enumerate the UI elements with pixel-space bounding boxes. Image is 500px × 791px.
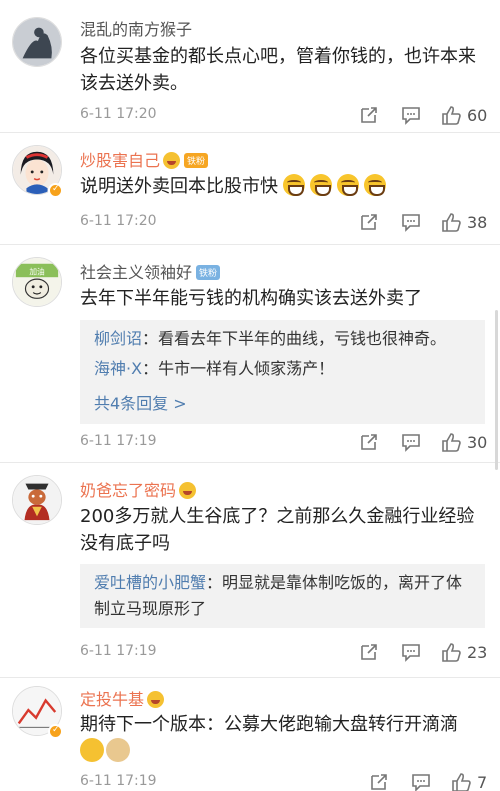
comment-meta: 6-11 17:20 38 xyxy=(80,211,490,233)
username[interactable]: 炒股害自己 铁粉 xyxy=(80,147,209,171)
username-text: 奶爸忘了密码 xyxy=(80,481,177,500)
thinking-emoji-icon xyxy=(80,738,104,762)
like-count: 7 xyxy=(477,773,488,791)
reply-icon[interactable] xyxy=(400,211,422,233)
doge-emoji-icon xyxy=(106,738,130,762)
timestamp: 6-11 17:20 xyxy=(80,213,157,229)
like-count: 30 xyxy=(467,433,488,452)
share-icon[interactable] xyxy=(368,771,390,791)
reply-item: 海神·X：牛市一样有人倾家荡产！ xyxy=(94,356,474,382)
timestamp: 6-11 17:20 xyxy=(80,106,157,122)
reply-icon[interactable] xyxy=(400,431,422,453)
timestamp: 6-11 17:19 xyxy=(80,773,157,789)
comment-meta: 6-11 17:19 23 xyxy=(80,641,490,663)
comment-meta: 6-11 17:20 60 xyxy=(80,104,490,126)
avatar[interactable]: 加油 xyxy=(12,257,62,307)
comment-text: 各位买基金的都长点心吧，管着你钱的，也许本来该去送外卖。 xyxy=(80,46,476,94)
username[interactable]: 奶爸忘了密码 xyxy=(80,477,197,501)
comment-text: 说明送外卖回本比股市快 xyxy=(80,173,485,200)
timestamp: 6-11 17:19 xyxy=(80,433,157,449)
reply-item: 柳剑诏：看看去年下半年的曲线，亏钱也很神奇。 xyxy=(94,326,474,352)
reply-text: ：看看去年下半年的曲线，亏钱也很神奇。 xyxy=(142,329,447,348)
reply-icon[interactable] xyxy=(410,771,432,791)
verified-badge-icon xyxy=(48,724,63,739)
fan-emoji-icon xyxy=(163,152,181,169)
username[interactable]: 定投牛基 xyxy=(80,686,165,710)
username[interactable]: 社会主义领袖好 铁粉 xyxy=(80,259,221,283)
reply-box[interactable]: 爱吐槽的小肥蟹：明显就是靠体制吃饭的，离开了体制立马现原形了 xyxy=(80,564,485,628)
scrollbar[interactable] xyxy=(495,310,498,470)
like-count: 23 xyxy=(467,643,488,662)
comment-text: 200多万就人生谷底了？之前那么久金融行业经验没有底子吗 xyxy=(80,506,475,554)
like-icon[interactable] xyxy=(440,641,462,663)
username-text: 社会主义领袖好 xyxy=(80,263,193,282)
comment-card: 奶爸忘了密码 200多万就人生谷底了？之前那么久金融行业经验没有底子吗 爱吐槽的… xyxy=(0,463,500,678)
share-icon[interactable] xyxy=(358,641,380,663)
laugh-emoji-icon xyxy=(337,174,359,196)
svg-text:加油: 加油 xyxy=(29,266,45,276)
avatar[interactable] xyxy=(12,475,62,525)
fan-emoji-icon xyxy=(179,482,197,499)
share-icon[interactable] xyxy=(358,431,380,453)
like-count: 38 xyxy=(467,213,488,232)
reply-icon[interactable] xyxy=(400,641,422,663)
comment-card: 加油 社会主义领袖好 铁粉 去年下半年能亏钱的机构确实该去送外卖了 柳剑诏：看看去… xyxy=(0,245,500,463)
reply-username[interactable]: 爱吐槽的小肥蟹 xyxy=(94,573,206,592)
comment-meta: 6-11 17:19 30 xyxy=(80,431,490,453)
avatar[interactable] xyxy=(12,17,62,67)
timestamp: 6-11 17:19 xyxy=(80,643,157,659)
comment-card: 混乱的南方猴子 各位买基金的都长点心吧，管着你钱的，也许本来该去送外卖。 6-1… xyxy=(0,0,500,133)
username-text: 定投牛基 xyxy=(80,690,145,709)
comment-text-body: 说明送外卖回本比股市快 xyxy=(80,176,278,197)
reply-username[interactable]: 海神·X xyxy=(94,359,142,378)
reply-icon[interactable] xyxy=(400,104,422,126)
more-replies-link[interactable]: 共4条回复 > xyxy=(94,390,187,414)
comment-card: 炒股害自己 铁粉 说明送外卖回本比股市快 6-11 17:20 38 xyxy=(0,133,500,245)
fan-badge: 铁粉 xyxy=(196,265,221,280)
comment-text: 去年下半年能亏钱的机构确实该去送外卖了 xyxy=(80,288,422,309)
share-icon[interactable] xyxy=(358,211,380,233)
username-text: 炒股害自己 xyxy=(80,151,161,170)
like-icon[interactable] xyxy=(440,431,462,453)
fan-badge: 铁粉 xyxy=(184,153,209,168)
username[interactable]: 混乱的南方猴子 xyxy=(80,16,192,40)
like-icon[interactable] xyxy=(440,104,462,126)
reply-text: ：牛市一样有人倾家荡产！ xyxy=(142,359,335,378)
verified-badge-icon xyxy=(48,183,63,198)
reply-box[interactable]: 柳剑诏：看看去年下半年的曲线，亏钱也很神奇。 海神·X：牛市一样有人倾家荡产！ … xyxy=(80,320,485,424)
comment-card: 定投牛基 期待下一个版本：公募大佬跑输大盘转行开滴滴 6-11 17:19 7 xyxy=(0,678,500,791)
reply-username[interactable]: 柳剑诏 xyxy=(94,329,142,348)
like-icon[interactable] xyxy=(450,771,472,791)
laugh-emoji-icon xyxy=(310,174,332,196)
laugh-emoji-icon xyxy=(283,174,305,196)
comment-text: 期待下一个版本：公募大佬跑输大盘转行开滴滴 xyxy=(80,714,458,735)
like-icon[interactable] xyxy=(440,211,462,233)
comment-emoji-row xyxy=(80,738,485,765)
fan-emoji-icon xyxy=(147,691,165,708)
share-icon[interactable] xyxy=(358,104,380,126)
comment-meta: 6-11 17:19 7 xyxy=(80,771,490,791)
laugh-emoji-icon xyxy=(364,174,386,196)
like-count: 60 xyxy=(467,106,488,125)
reply-item: 爱吐槽的小肥蟹：明显就是靠体制吃饭的，离开了体制立马现原形了 xyxy=(94,570,474,622)
